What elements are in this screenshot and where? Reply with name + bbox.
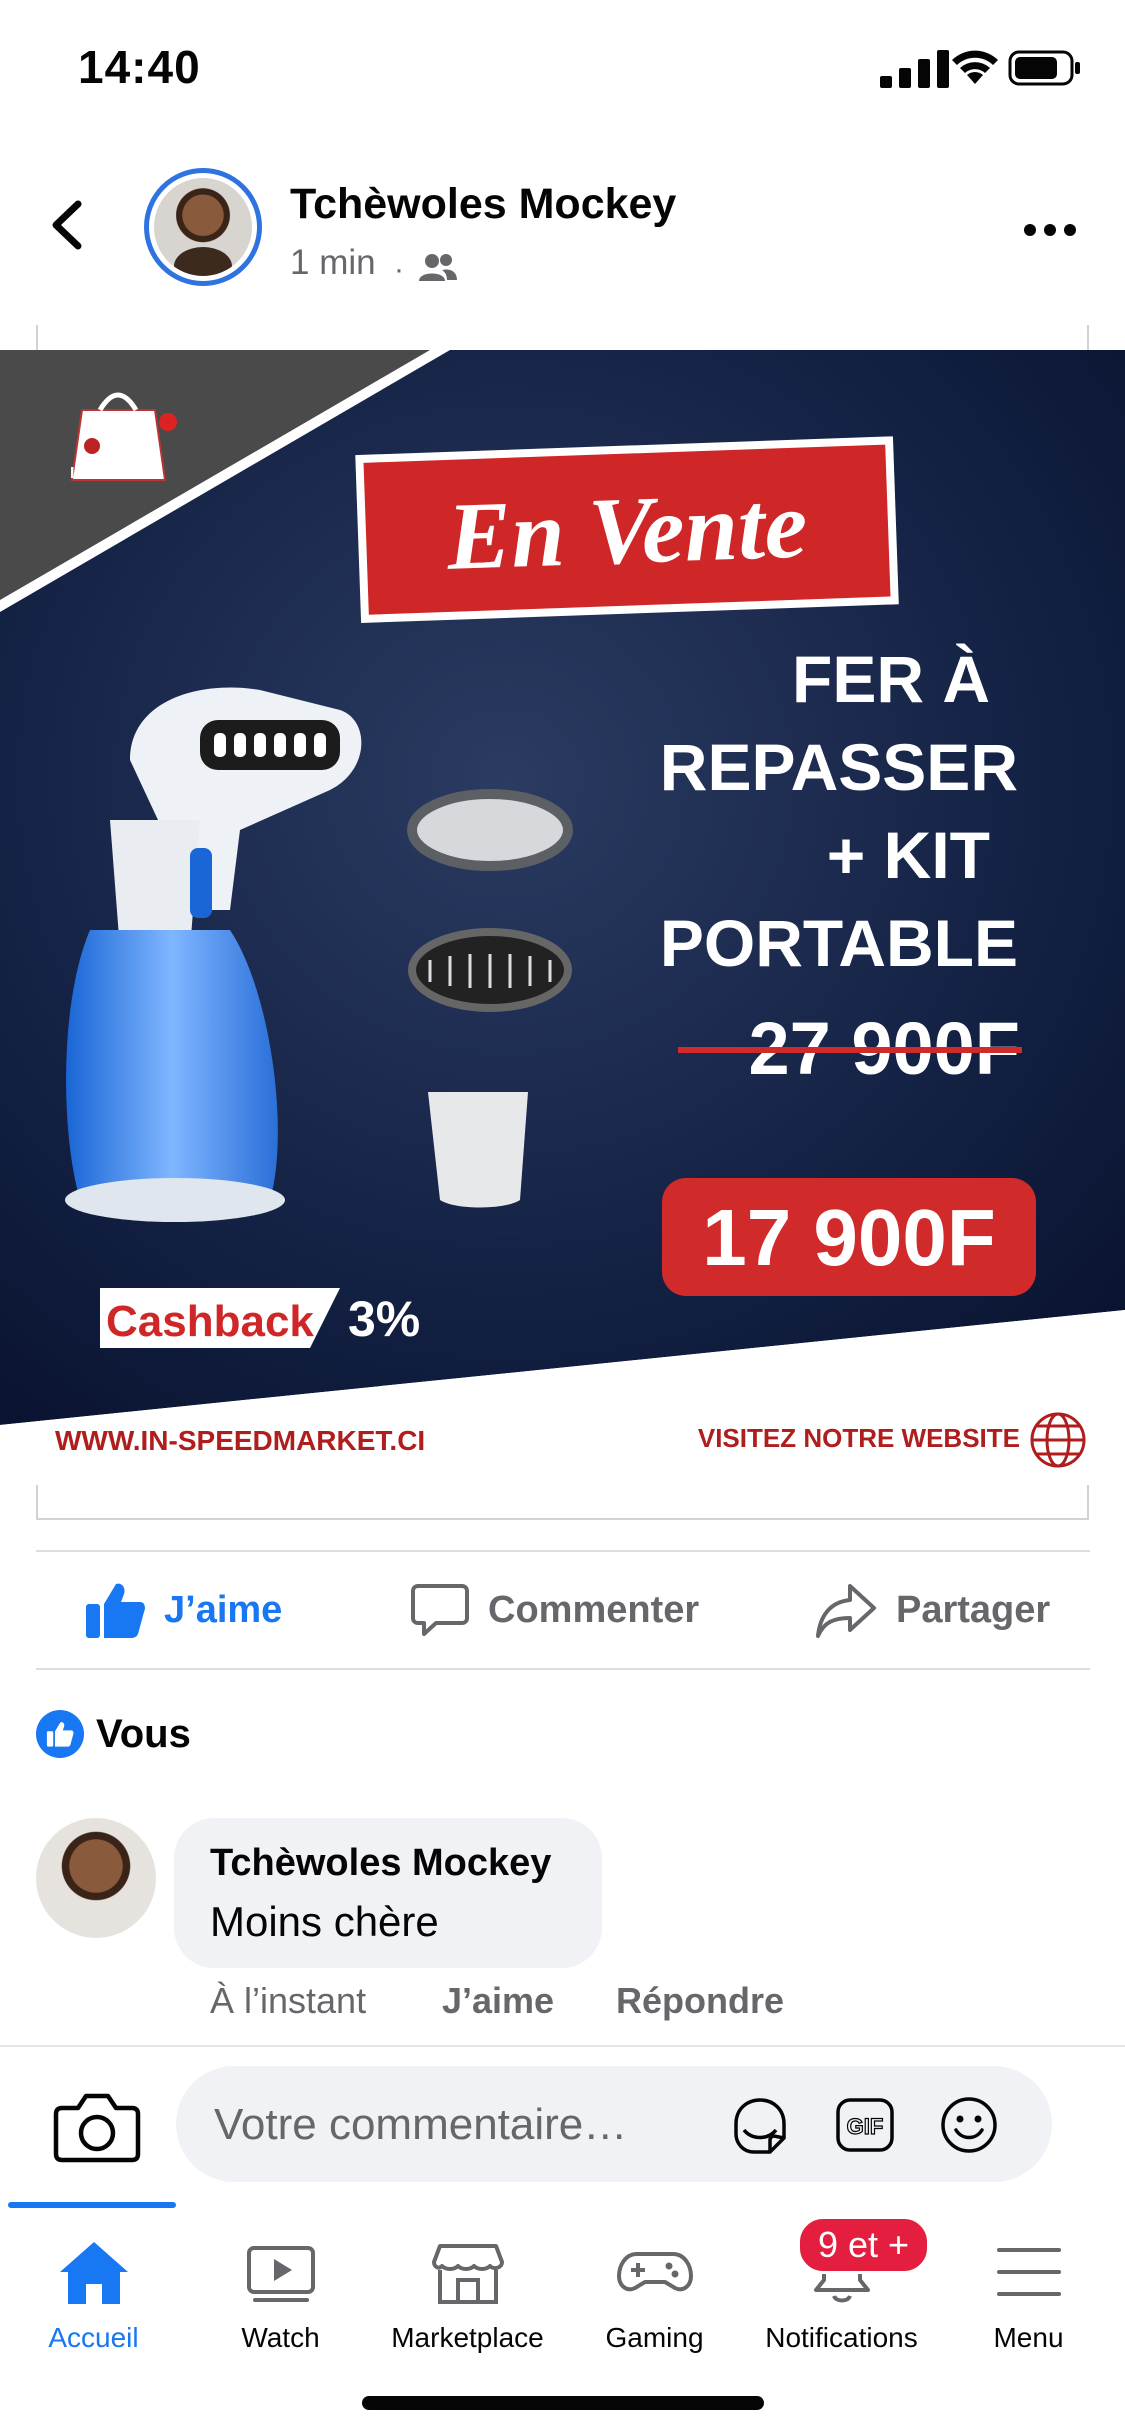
comment-icon [411, 1584, 469, 1636]
notification-badge: 9 et + [797, 2216, 931, 2274]
reaction-summary[interactable]: Vous [96, 1712, 191, 1757]
post-actions: J’aime Commenter Partager [36, 1550, 1090, 1670]
comment-composer: GIF [176, 2066, 1052, 2184]
share-button[interactable]: Partager [814, 1580, 1050, 1640]
gif-icon[interactable]: GIF [834, 2094, 896, 2156]
comment-like-button[interactable]: J’aime [442, 1980, 554, 2022]
post-image[interactable]: IN SPE-E-D En Vente FER À REPASSER + KIT… [0, 350, 1125, 1485]
thumbs-up-icon [86, 1583, 145, 1638]
battery-icon [1008, 50, 1080, 86]
like-button[interactable]: J’aime [84, 1580, 282, 1640]
avatar-image [154, 178, 252, 276]
comment-input[interactable] [212, 2066, 696, 2184]
ad-headline: En Vente [444, 470, 809, 590]
ad-new-price: 17 900F [702, 1193, 996, 1282]
author-name[interactable]: Tchèwoles Mockey [290, 180, 676, 229]
tab-label: Accueil [48, 2322, 139, 2353]
tab-label: Menu [993, 2322, 1064, 2353]
ad-website: WWW.IN-SPEEDMARKET.CI [55, 1425, 425, 1456]
tab-marketplace[interactable]: Marketplace [374, 2232, 561, 2354]
tab-label: Watch [241, 2322, 320, 2353]
divider [0, 2045, 1125, 2047]
ad-cashback-value: 3% [348, 1291, 420, 1347]
camera-icon[interactable] [52, 2086, 142, 2166]
comment-text: Moins chère [210, 1898, 439, 1945]
commenter-avatar[interactable] [36, 1818, 156, 1938]
marketplace-icon [431, 2244, 504, 2304]
separator: · [394, 253, 404, 286]
active-tab-indicator [8, 2202, 176, 2208]
comment-label: Commenter [488, 1588, 700, 1631]
ad-product-line-1: FER À [792, 642, 990, 716]
comment-button[interactable]: Commenter [410, 1580, 699, 1640]
signal-icon [880, 50, 949, 88]
frame-line [1087, 325, 1089, 350]
ad-product-line-4: PORTABLE [660, 906, 1018, 980]
status-time: 14:40 [78, 41, 201, 93]
share-icon [816, 1584, 876, 1638]
svg-text:IN SPE-E-D: IN SPE-E-D [70, 465, 155, 482]
tab-label: Notifications [765, 2322, 918, 2353]
wifi-icon [952, 50, 998, 84]
frame-line [36, 325, 38, 350]
frame-line [36, 1485, 38, 1520]
ad-cashback-label: Cashback [106, 1297, 314, 1346]
like-label: J’aime [164, 1588, 283, 1631]
ad-product-line-3: + KIT [827, 818, 990, 892]
like-badge-icon[interactable] [36, 1710, 84, 1758]
tab-label: Gaming [605, 2322, 704, 2353]
menu-icon [996, 2248, 1061, 2296]
sticker-icon[interactable] [728, 2094, 790, 2156]
share-label: Partager [896, 1588, 1051, 1631]
emoji-icon[interactable] [938, 2094, 1000, 2156]
frame-line [1087, 1485, 1089, 1520]
author-avatar[interactable] [144, 168, 262, 286]
tab-label: Marketplace [391, 2322, 544, 2353]
tab-menu[interactable]: Menu [935, 2232, 1122, 2354]
ad-product-line-2: REPASSER [660, 730, 1018, 804]
post-time[interactable]: 1 min [290, 243, 376, 283]
comment-reply-button[interactable]: Répondre [616, 1980, 784, 2022]
gaming-icon [616, 2252, 693, 2292]
tab-home[interactable]: Accueil [0, 2232, 187, 2354]
friends-icon [419, 254, 457, 281]
tab-gaming[interactable]: Gaming [561, 2232, 748, 2354]
ad-graphic: IN SPE-E-D En Vente FER À REPASSER + KIT… [0, 350, 1125, 1485]
home-icon [59, 2242, 128, 2304]
ad-visit-text: VISITEZ NOTRE WEBSITE [698, 1423, 1020, 1453]
comment-time: À l’instant [210, 1980, 367, 2021]
frame-line [36, 1518, 1089, 1520]
watch-icon [246, 2246, 315, 2302]
tab-watch[interactable]: Watch [187, 2232, 374, 2354]
back-button[interactable] [40, 190, 100, 260]
more-options-button[interactable] [1020, 210, 1080, 250]
comment-author[interactable]: Tchèwoles Mockey [210, 1842, 551, 1885]
svg-text:GIF: GIF [847, 2114, 884, 2139]
home-indicator [362, 2396, 764, 2410]
